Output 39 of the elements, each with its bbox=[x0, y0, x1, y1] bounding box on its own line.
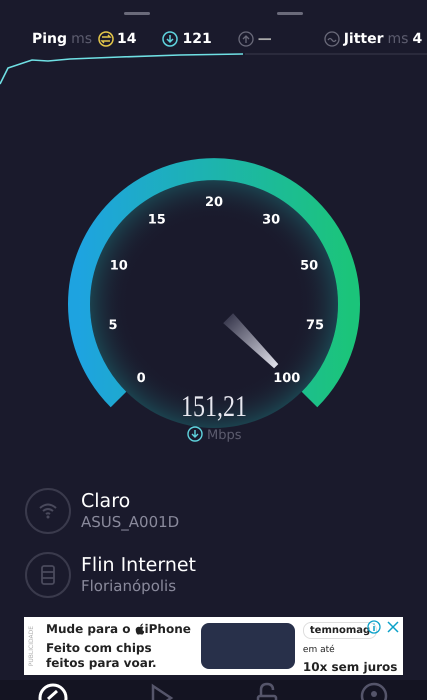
ad-product: iPhone bbox=[144, 622, 191, 636]
network-detail: ASUS_A001D bbox=[81, 512, 180, 532]
scale-label: 100 bbox=[272, 370, 300, 386]
download-icon bbox=[162, 31, 178, 47]
store-logo: temnomag bbox=[302, 622, 378, 640]
ping-label: Ping bbox=[32, 30, 68, 48]
scale-label: 5 bbox=[108, 318, 118, 334]
download-icon bbox=[186, 426, 202, 442]
ad-body: Feito com chips feitos para voar. bbox=[46, 640, 158, 670]
jitter-icon bbox=[324, 31, 340, 47]
network-detail: Florianópolis bbox=[81, 576, 178, 596]
network-name: Claro bbox=[81, 490, 132, 512]
upload-icon bbox=[238, 31, 254, 47]
scale-label: 20 bbox=[204, 195, 223, 210]
scale-label: 15 bbox=[147, 212, 166, 228]
speed-value: 151,21 bbox=[180, 390, 263, 423]
network-name: Flin Internet bbox=[81, 554, 196, 576]
upload-value: — bbox=[258, 30, 272, 48]
scale-label: 75 bbox=[305, 318, 324, 334]
jitter-unit: ms bbox=[388, 30, 408, 48]
speed-unit: Mbps bbox=[206, 428, 241, 443]
drag-handle[interactable] bbox=[124, 12, 150, 14]
gauge-needle bbox=[222, 313, 278, 368]
scale-label: 50 bbox=[300, 258, 318, 274]
scale-label: 30 bbox=[262, 212, 280, 228]
jitter-label: Jitter bbox=[344, 30, 384, 48]
ad-headline: Mude para o bbox=[46, 622, 131, 636]
drag-handle[interactable] bbox=[277, 12, 304, 14]
ping-unit: ms bbox=[71, 30, 92, 48]
apple-logo-icon bbox=[134, 623, 145, 635]
close-icon[interactable] bbox=[387, 621, 399, 633]
ping-value: 14 bbox=[117, 30, 136, 48]
download-value: 121 bbox=[182, 30, 212, 48]
jitter-value: 4 bbox=[412, 30, 422, 48]
offer-text: 10x sem juros bbox=[302, 658, 398, 676]
scale-label: 10 bbox=[109, 258, 128, 274]
scale-label: 0 bbox=[136, 370, 146, 386]
offer-prefix: em até bbox=[302, 644, 336, 658]
ping-icon bbox=[98, 31, 114, 47]
